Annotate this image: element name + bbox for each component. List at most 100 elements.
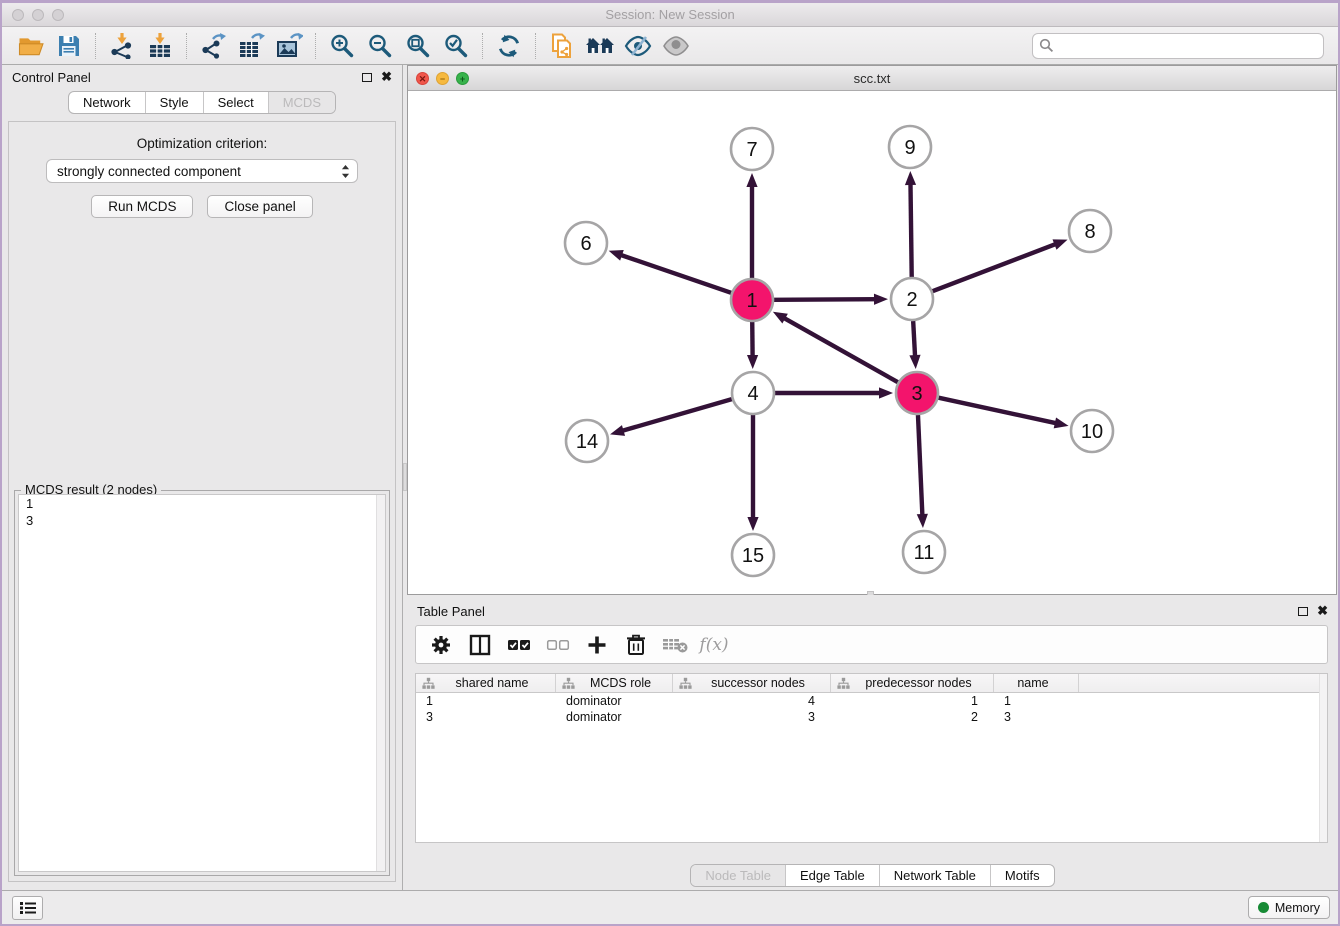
tab-node-table[interactable]: Node Table: [691, 865, 785, 886]
close-panel-icon[interactable]: ✖: [381, 72, 392, 82]
toolbar-separator: [315, 33, 316, 59]
edge-2-9[interactable]: [910, 182, 911, 277]
table-row[interactable]: 1dominator411: [416, 693, 1327, 709]
tab-network[interactable]: Network: [69, 92, 145, 113]
minimize-window-icon[interactable]: [32, 9, 44, 21]
table-cell[interactable]: dominator: [556, 694, 673, 708]
tab-mcds[interactable]: MCDS: [268, 92, 335, 113]
hide-graphics-icon[interactable]: [619, 30, 657, 62]
table-cell[interactable]: 3: [994, 710, 1079, 724]
close-panel-button[interactable]: Close panel: [207, 195, 312, 218]
save-session-icon[interactable]: [50, 30, 88, 62]
edge-4-14[interactable]: [621, 399, 732, 431]
zoom-in-icon[interactable]: [323, 30, 361, 62]
import-table-icon[interactable]: [141, 30, 179, 62]
refresh-layout-icon[interactable]: [490, 30, 528, 62]
main-toolbar: [2, 27, 1338, 65]
list-icon: [19, 901, 37, 915]
zoom-selected-icon[interactable]: [437, 30, 475, 62]
table-cell[interactable]: 1: [416, 694, 556, 708]
column-header-MCDS-role[interactable]: MCDS role: [556, 674, 673, 692]
edge-arrowhead: [773, 312, 788, 324]
search-box[interactable]: [1032, 33, 1324, 59]
result-item[interactable]: 1: [19, 495, 385, 512]
table-cell[interactable]: 3: [673, 710, 831, 724]
table-cell[interactable]: 1: [994, 694, 1079, 708]
node-label-8: 8: [1084, 221, 1095, 243]
table-tabs: Node TableEdge TableNetwork TableMotifs: [690, 864, 1054, 887]
node-label-3: 3: [911, 383, 922, 405]
zoom-fit-icon[interactable]: [399, 30, 437, 62]
gear-icon[interactable]: [428, 632, 454, 658]
open-session-icon[interactable]: [12, 30, 50, 62]
unselect-all-checks-icon[interactable]: [545, 632, 571, 658]
edge-arrowhead: [747, 355, 758, 369]
float-panel-icon[interactable]: [362, 73, 372, 82]
column-header-successor-nodes[interactable]: successor nodes: [673, 674, 831, 692]
function-builder-icon: f(x): [701, 632, 727, 658]
delete-table-icon: [662, 632, 688, 658]
column-header-predecessor-nodes[interactable]: predecessor nodes: [831, 674, 994, 692]
table-toolbar: f(x): [415, 625, 1328, 664]
duplicate-network-icon[interactable]: [543, 30, 581, 62]
toolbar-separator: [535, 33, 536, 59]
tab-motifs[interactable]: Motifs: [990, 865, 1054, 886]
close-window-icon[interactable]: [12, 9, 24, 21]
tab-edge-table[interactable]: Edge Table: [785, 865, 879, 886]
control-panel-tabs: NetworkStyleSelectMCDS: [68, 91, 336, 114]
delete-column-icon[interactable]: [623, 632, 649, 658]
edge-3-10[interactable]: [938, 398, 1057, 424]
edge-3-1[interactable]: [782, 317, 897, 382]
export-network-icon[interactable]: [194, 30, 232, 62]
mcds-panel: Optimization criterion: strongly connect…: [8, 121, 396, 882]
edge-2-3[interactable]: [913, 321, 915, 358]
add-column-icon[interactable]: [584, 632, 610, 658]
tab-style[interactable]: Style: [145, 92, 203, 113]
table-scrollbar[interactable]: [1319, 674, 1327, 842]
network-canvas[interactable]: 7968124314101511: [408, 91, 1336, 594]
optimization-select[interactable]: strongly connected component: [46, 159, 358, 183]
table-cell[interactable]: dominator: [556, 710, 673, 724]
table-cell[interactable]: 4: [673, 694, 831, 708]
edge-3-11[interactable]: [918, 415, 922, 517]
table-row[interactable]: 3dominator323: [416, 709, 1327, 725]
zoom-out-icon[interactable]: [361, 30, 399, 62]
mcds-result-list[interactable]: 13: [18, 494, 386, 872]
home-layout-icon[interactable]: [581, 30, 619, 62]
network-minimize-icon[interactable]: −: [436, 72, 449, 85]
result-scrollbar[interactable]: [376, 495, 385, 871]
task-history-button[interactable]: [12, 896, 43, 920]
import-network-icon[interactable]: [103, 30, 141, 62]
tab-network-table[interactable]: Network Table: [879, 865, 990, 886]
network-view-window: ✕ − + scc.txt 7968124314101511: [407, 65, 1337, 595]
memory-button[interactable]: Memory: [1248, 896, 1330, 919]
select-chevrons-icon: [341, 164, 350, 179]
status-bar: Memory: [2, 890, 1338, 924]
tab-select[interactable]: Select: [203, 92, 268, 113]
network-close-icon[interactable]: ✕: [416, 72, 429, 85]
edge-1-2[interactable]: [774, 299, 877, 300]
edge-arrowhead: [917, 514, 928, 528]
split-columns-icon[interactable]: [467, 632, 493, 658]
show-graphics-icon[interactable]: [657, 30, 695, 62]
toolbar-separator: [95, 33, 96, 59]
result-item[interactable]: 3: [19, 512, 385, 529]
edge-1-6[interactable]: [619, 254, 731, 292]
control-panel-header: Control Panel ✖: [2, 65, 402, 89]
edge-2-8[interactable]: [933, 243, 1058, 291]
float-table-panel-icon[interactable]: [1298, 607, 1308, 616]
table-cell[interactable]: 3: [416, 710, 556, 724]
column-header-shared-name[interactable]: shared name: [416, 674, 556, 692]
close-table-panel-icon[interactable]: ✖: [1317, 606, 1328, 616]
table-cell[interactable]: 2: [831, 710, 994, 724]
zoom-window-icon[interactable]: [52, 9, 64, 21]
select-all-checks-icon[interactable]: [506, 632, 532, 658]
column-header-name[interactable]: name: [994, 674, 1079, 692]
export-image-icon[interactable]: [270, 30, 308, 62]
table-cell[interactable]: 1: [831, 694, 994, 708]
search-input[interactable]: [1058, 38, 1317, 53]
run-mcds-button[interactable]: Run MCDS: [91, 195, 193, 218]
window-controls: [12, 9, 64, 21]
export-table-icon[interactable]: [232, 30, 270, 62]
network-zoom-icon[interactable]: +: [456, 72, 469, 85]
